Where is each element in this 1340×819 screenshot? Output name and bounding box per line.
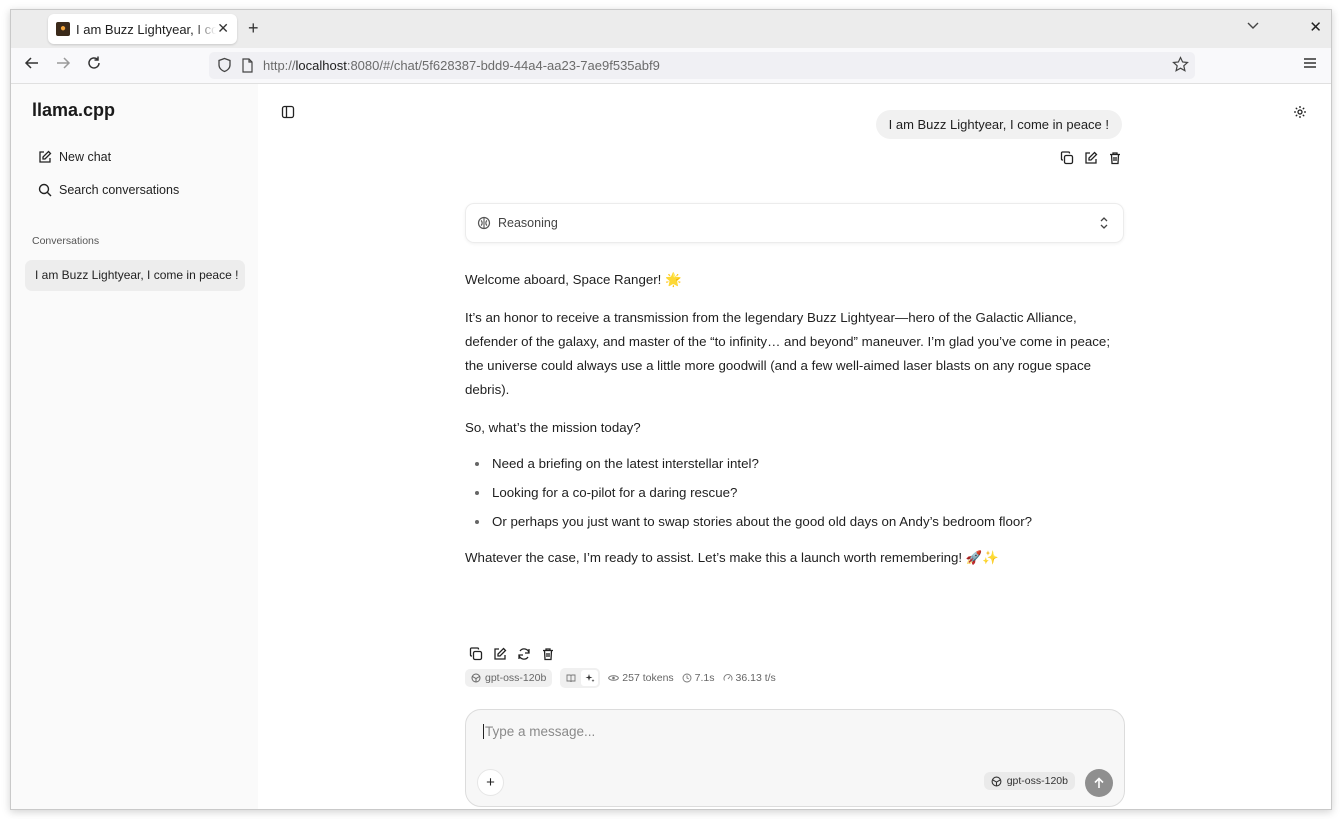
list-all-tabs-icon[interactable] [1247, 19, 1259, 33]
assistant-paragraph: Welcome aboard, Space Ranger! 🌟 [465, 272, 682, 287]
url-text[interactable]: http://localhost:8080/#/chat/5f628387-bd… [263, 58, 660, 73]
app-area: llama.cpp New chat Search conversations … [11, 84, 1331, 809]
user-message-bubble: I am Buzz Lightyear, I come in peace ! [875, 110, 1122, 139]
regenerate-icon[interactable] [517, 647, 531, 661]
message-input[interactable]: Type a message... [483, 724, 595, 739]
stats-view-toggle [560, 668, 601, 688]
assistant-message: Welcome aboard, Space Ranger! 🌟 It’s an … [465, 268, 1125, 584]
message-stats: gpt-oss-120b 257 tokens 7.1s 36.13 t/s [465, 668, 776, 688]
list-item: Looking for a co-pilot for a daring resc… [465, 481, 1125, 505]
forward-arrow-icon[interactable] [55, 55, 71, 76]
model-selector[interactable]: gpt-oss-120b [983, 772, 1075, 790]
sidebar: llama.cpp New chat Search conversations … [11, 84, 258, 809]
edit-square-icon [39, 150, 52, 163]
token-count: 257 tokens [608, 672, 674, 684]
model-badge[interactable]: gpt-oss-120b [465, 669, 553, 687]
back-arrow-icon[interactable] [24, 55, 40, 76]
reasoning-collapsible[interactable]: Reasoning [465, 203, 1124, 243]
new-chat-label: New chat [59, 150, 112, 164]
assistant-paragraph: Whatever the case, I’m ready to assist. … [465, 550, 999, 565]
llama-favicon-icon: ● [56, 22, 70, 36]
package-icon [471, 673, 481, 683]
conversation-item[interactable]: I am Buzz Lightyear, I come in peace ! [25, 260, 245, 291]
assistant-bullet-list: Need a briefing on the latest interstell… [465, 452, 1125, 534]
assistant-message-actions [469, 647, 555, 661]
search-conversations-label: Search conversations [59, 183, 180, 197]
browser-window: ● I am Buzz Lightyear, I come in peace !… [10, 9, 1332, 810]
assistant-paragraph: So, what’s the mission today? [465, 420, 641, 435]
list-item: Need a briefing on the latest interstell… [465, 452, 1125, 476]
shield-icon[interactable] [217, 57, 232, 78]
generation-time-value: 7.1s [694, 672, 715, 684]
sparkles-icon[interactable] [581, 670, 599, 686]
reload-icon[interactable] [86, 55, 102, 76]
hamburger-menu-icon[interactable] [1303, 56, 1317, 74]
browser-tab[interactable]: ● I am Buzz Lightyear, I come in peace !… [48, 14, 237, 44]
tab-close-icon[interactable]: ✕ [217, 20, 229, 37]
send-button[interactable] [1085, 769, 1113, 797]
navigation-bar: http://localhost:8080/#/chat/5f628387-bd… [11, 48, 1331, 84]
brain-icon [477, 216, 491, 230]
new-tab-icon[interactable]: + [248, 18, 259, 39]
model-name: gpt-oss-120b [485, 672, 547, 684]
eye-icon [608, 675, 620, 681]
new-chat-button[interactable]: New chat [38, 150, 111, 164]
edit-icon[interactable] [493, 647, 507, 661]
tab-bar: ● I am Buzz Lightyear, I come in peace !… [11, 10, 1331, 48]
page-info-icon[interactable] [241, 58, 254, 78]
search-conversations-button[interactable]: Search conversations [38, 183, 179, 197]
chevrons-up-down-icon [1099, 216, 1109, 233]
user-message-actions [1060, 151, 1122, 165]
edit-icon[interactable] [1084, 151, 1098, 165]
token-count-value: 257 tokens [622, 672, 674, 684]
app-title: llama.cpp [32, 100, 116, 120]
delete-trash-icon[interactable] [541, 647, 555, 661]
window-close-icon[interactable]: ✕ [1309, 18, 1322, 36]
delete-trash-icon[interactable] [1108, 151, 1122, 165]
message-composer: Type a message... + gpt-oss-120b [465, 709, 1125, 807]
arrow-up-icon [1094, 777, 1104, 788]
assistant-paragraph: It’s an honor to receive a transmission … [465, 310, 1111, 397]
model-selector-label: gpt-oss-120b [1006, 775, 1068, 787]
clock-icon [682, 673, 692, 683]
search-icon [38, 183, 52, 197]
copy-icon[interactable] [469, 647, 483, 661]
tokens-per-second: 36.13 t/s [723, 672, 776, 684]
conversations-heading: Conversations [32, 235, 100, 247]
tab-title: I am Buzz Lightyear, I come in peace ! [76, 21, 216, 37]
settings-gear-icon[interactable] [1293, 105, 1307, 124]
book-icon[interactable] [562, 670, 579, 686]
bookmark-star-icon[interactable] [1172, 56, 1189, 78]
tokens-per-second-value: 36.13 t/s [735, 672, 776, 684]
reasoning-label: Reasoning [498, 216, 558, 230]
generation-time: 7.1s [682, 672, 715, 684]
add-attachment-button[interactable]: + [477, 769, 504, 796]
list-item: Or perhaps you just want to swap stories… [465, 510, 1125, 534]
sidebar-toggle-icon[interactable] [281, 105, 295, 124]
copy-icon[interactable] [1060, 151, 1074, 165]
gauge-icon [723, 674, 732, 681]
url-bar[interactable]: http://localhost:8080/#/chat/5f628387-bd… [209, 52, 1195, 79]
package-icon [991, 776, 1002, 786]
